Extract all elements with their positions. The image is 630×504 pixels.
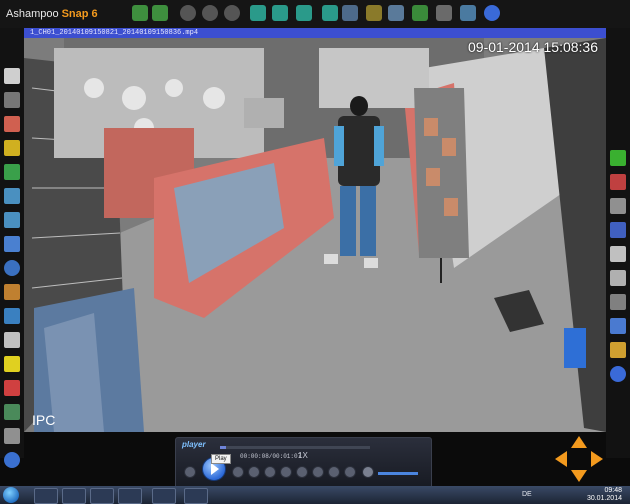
scroll-up-icon[interactable]	[571, 436, 587, 448]
check-icon[interactable]	[610, 150, 626, 166]
taskbar-ie-icon[interactable]	[34, 488, 58, 504]
playback-speed: 1X	[298, 451, 308, 460]
text-icon[interactable]	[4, 356, 20, 372]
marker-icon[interactable]	[4, 164, 20, 180]
volume-slider[interactable]	[378, 472, 418, 475]
cursor-icon[interactable]	[4, 332, 20, 348]
playback-time: 00:00:08/00:01:07	[240, 453, 302, 460]
windows-taskbar: DE 09:48 30.01.2014	[0, 486, 630, 504]
eraser-icon[interactable]	[4, 116, 20, 132]
redo-icon[interactable]	[152, 5, 168, 21]
taskbar-word-icon[interactable]	[184, 488, 208, 504]
number-icon[interactable]	[4, 404, 20, 420]
edit-icon[interactable]	[366, 5, 382, 21]
arrow-right-icon[interactable]	[296, 5, 312, 21]
help-right-icon[interactable]	[610, 366, 626, 382]
store-scene	[24, 38, 606, 432]
language-indicator[interactable]: DE	[522, 491, 532, 498]
line-icon[interactable]	[4, 308, 20, 324]
taskbar-media-icon[interactable]	[90, 488, 114, 504]
stop-button[interactable]	[184, 466, 196, 478]
save-icon[interactable]	[610, 198, 626, 214]
help-left-icon[interactable]	[4, 452, 20, 468]
clock-time: 09:48	[604, 487, 622, 494]
arrow-up-icon[interactable]	[250, 5, 266, 21]
phone-icon[interactable]	[610, 270, 626, 286]
video-timestamp: 09-01-2014 15:08:36	[468, 39, 598, 55]
pencil-icon[interactable]	[4, 140, 20, 156]
zoom-out-icon[interactable]	[180, 5, 196, 21]
print-icon[interactable]	[436, 5, 452, 21]
frame-back-button[interactable]	[248, 466, 260, 478]
screen-capture-icon[interactable]	[342, 5, 358, 21]
scroll-right-icon[interactable]	[591, 451, 603, 467]
arrow-up-alt-icon[interactable]	[272, 5, 288, 21]
arrow-right-alt-icon[interactable]	[322, 5, 338, 21]
brand-name: Ashampoo	[6, 8, 59, 20]
help-icon[interactable]	[484, 5, 500, 21]
taskbar-clock[interactable]: 09:48 30.01.2014	[587, 487, 622, 503]
seek-bar[interactable]	[220, 446, 370, 449]
fast-button[interactable]	[296, 466, 308, 478]
fill-icon[interactable]	[4, 236, 20, 252]
scroll-left-icon[interactable]	[555, 451, 567, 467]
video-title-strip: 1_CH01_20140109150821_20140109150836.mp4	[24, 28, 606, 38]
email-icon[interactable]	[460, 5, 476, 21]
hand-icon[interactable]	[4, 68, 20, 84]
volume-icon[interactable]	[362, 466, 374, 478]
monitor-icon[interactable]	[388, 5, 404, 21]
clipboard-icon[interactable]	[610, 246, 626, 262]
clock-date: 30.01.2014	[586, 495, 622, 502]
play-tooltip: Play	[211, 454, 231, 464]
start-button[interactable]	[3, 487, 19, 503]
taskbar-firefox-icon[interactable]	[152, 488, 176, 504]
top-toolbar: Ashampoo Snap 6	[0, 0, 630, 28]
folder-icon[interactable]	[610, 342, 626, 358]
scroll-down-icon[interactable]	[571, 470, 587, 482]
shape-icon[interactable]	[4, 260, 20, 276]
cctv-video-frame: 1_CH01_20140109150821_20140109150836.mp4…	[24, 28, 606, 432]
brand-product: Snap 6	[61, 8, 98, 20]
undo-icon[interactable]	[132, 5, 148, 21]
forward-button[interactable]	[312, 466, 324, 478]
left-tool-rail	[0, 28, 24, 468]
pause-button[interactable]	[232, 466, 244, 478]
taskbar-explorer-icon[interactable]	[62, 488, 86, 504]
right-tool-rail	[606, 28, 630, 458]
pen-icon[interactable]	[4, 284, 20, 300]
zoom-in-icon[interactable]	[224, 5, 240, 21]
crop-icon[interactable]	[4, 92, 20, 108]
zoom-reset-icon[interactable]	[202, 5, 218, 21]
snapshot-button[interactable]	[344, 466, 356, 478]
delete-icon[interactable]	[610, 174, 626, 190]
share-icon[interactable]	[610, 318, 626, 334]
camera-label: IPC	[32, 412, 56, 428]
taskbar-snap-icon[interactable]	[118, 488, 142, 504]
media-player: player 00:00:08/00:01:07 1X Play	[175, 437, 432, 489]
seek-progress	[220, 446, 226, 449]
app-brand: Ashampoo Snap 6	[6, 8, 98, 20]
player-logo: player	[182, 440, 206, 449]
slow-button[interactable]	[280, 466, 292, 478]
frame-forward-button[interactable]	[328, 466, 340, 478]
stamp-icon[interactable]	[4, 212, 20, 228]
rewind-button[interactable]	[264, 466, 276, 478]
document-icon[interactable]	[610, 222, 626, 238]
image-icon[interactable]	[4, 188, 20, 204]
scroll-dpad	[552, 433, 606, 485]
highlight-icon[interactable]	[4, 380, 20, 396]
printer-icon[interactable]	[610, 294, 626, 310]
gear-icon[interactable]	[4, 428, 20, 444]
export-icon[interactable]	[412, 5, 428, 21]
